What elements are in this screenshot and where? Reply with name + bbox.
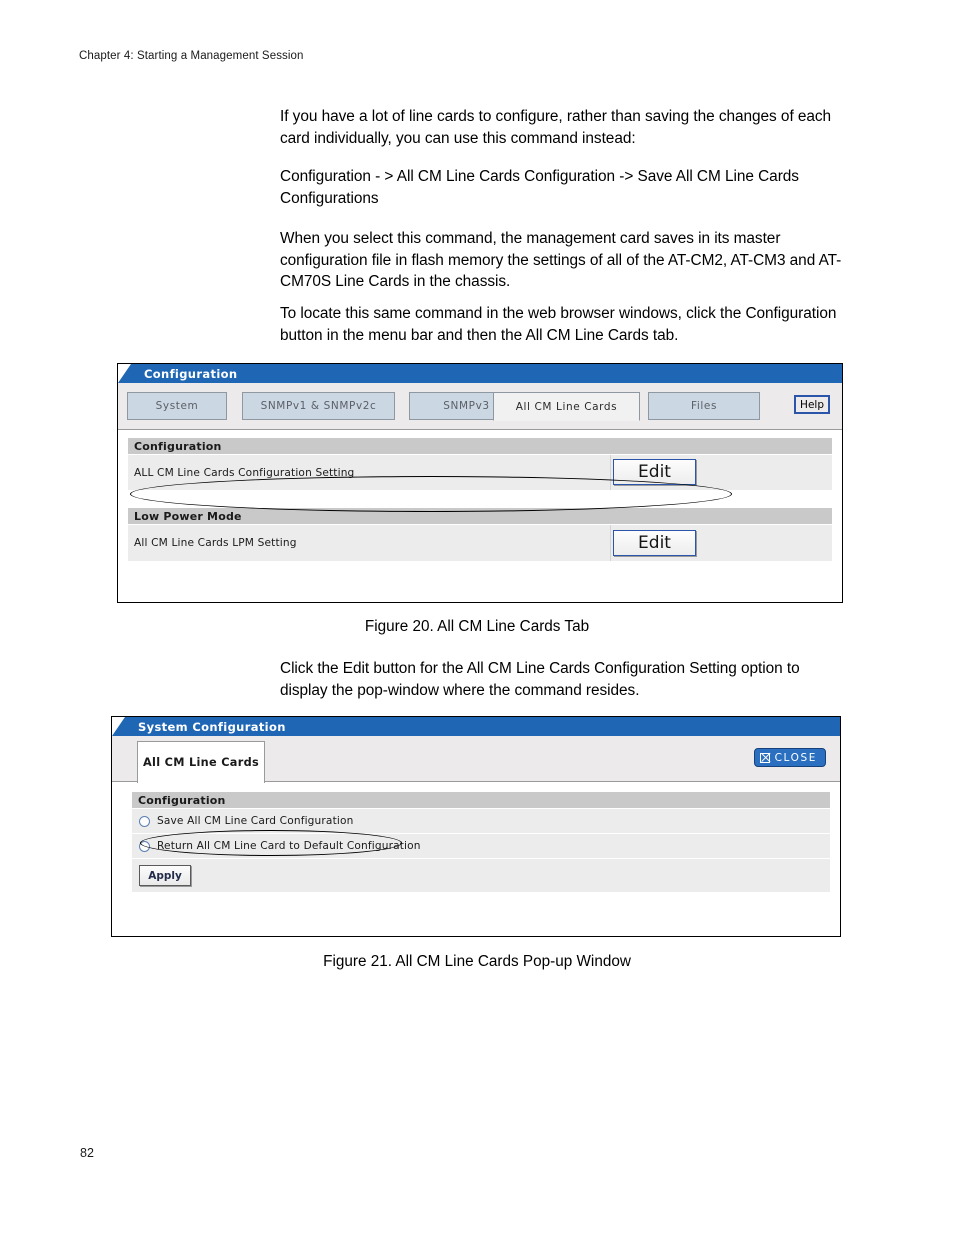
close-button[interactable]: CLOSE bbox=[753, 748, 826, 767]
titlebar-notch-icon bbox=[112, 717, 125, 736]
option-label-save-configuration: Save All CM Line Card Configuration bbox=[157, 815, 354, 827]
figure21-window-title: System Configuration bbox=[138, 719, 286, 734]
body-paragraph-1: If you have a lot of line cards to confi… bbox=[280, 108, 832, 147]
body-paragraph-5-wrap: Click the Edit button for the All CM Lin… bbox=[280, 658, 842, 720]
page-number: 82 bbox=[80, 1146, 94, 1160]
titlebar-notch-icon bbox=[118, 364, 131, 383]
body-paragraph-2: Configuration - > All CM Line Cards Conf… bbox=[280, 168, 799, 207]
tab-snmpv1-snmpv2c-label: SNMPv1 & SNMPv2c bbox=[260, 400, 377, 412]
row-all-cm-line-cards-lpm-setting: All CM Line Cards LPM Setting Edit bbox=[128, 525, 832, 561]
figure20-panel: Configuration ALL CM Line Cards Configur… bbox=[118, 430, 842, 575]
edit-button-lpm-setting[interactable]: Edit bbox=[613, 530, 696, 556]
figure20-window: Configuration System SNMPv1 & SNMPv2c SN… bbox=[117, 363, 843, 603]
radio-icon-save-configuration[interactable] bbox=[139, 815, 150, 827]
tab-all-cm-line-cards-label: All CM Line Cards bbox=[515, 400, 618, 413]
tab-snmpv3-label: SNMPv3 bbox=[443, 400, 490, 412]
tab-system[interactable]: System bbox=[127, 392, 227, 420]
help-button-label: Help bbox=[800, 398, 824, 411]
body-paragraph-2-wrap: Configuration - > All CM Line Cards Conf… bbox=[280, 166, 842, 228]
apply-button[interactable]: Apply bbox=[139, 865, 191, 886]
figure20-tabstrip: System SNMPv1 & SNMPv2c SNMPv3 All CM Li… bbox=[118, 383, 842, 430]
figure21-tabrow: All CM Line Cards CLOSE bbox=[112, 736, 840, 783]
row-divider bbox=[610, 455, 611, 490]
close-button-label: CLOSE bbox=[774, 751, 817, 764]
figure21-caption: Figure 21. All CM Line Cards Pop-up Wind… bbox=[323, 953, 631, 970]
section-heading-low-power-mode: Low Power Mode bbox=[128, 508, 832, 525]
row-divider bbox=[610, 525, 611, 561]
option-row-return-default-configuration[interactable]: Return All CM Line Card to Default Confi… bbox=[132, 834, 830, 859]
row-label-lpm-setting: All CM Line Cards LPM Setting bbox=[134, 537, 297, 549]
body-paragraph-3: When you select this command, the manage… bbox=[280, 230, 842, 290]
figure20-caption: Figure 20. All CM Line Cards Tab bbox=[364, 618, 590, 635]
help-button[interactable]: Help bbox=[794, 395, 830, 414]
option-label-return-default: Return All CM Line Card to Default Confi… bbox=[157, 840, 421, 852]
radio-icon-return-default[interactable] bbox=[139, 840, 150, 852]
popup-tab-all-cm-line-cards-label: All CM Line Cards bbox=[143, 756, 259, 769]
figure21-panel: Configuration Save All CM Line Card Conf… bbox=[112, 782, 840, 906]
figure21-titlebar: System Configuration bbox=[112, 717, 840, 736]
row-all-cm-line-cards-configuration-setting: ALL CM Line Cards Configuration Setting … bbox=[128, 455, 832, 490]
tab-snmpv1-snmpv2c[interactable]: SNMPv1 & SNMPv2c bbox=[242, 392, 395, 420]
figure21-window: System Configuration All CM Line Cards C… bbox=[111, 716, 841, 937]
tab-files[interactable]: Files bbox=[648, 392, 760, 420]
body-paragraph-3-wrap: When you select this command, the manage… bbox=[280, 228, 842, 312]
apply-button-label: Apply bbox=[148, 869, 182, 882]
figure20-titlebar: Configuration bbox=[118, 364, 842, 383]
close-icon bbox=[759, 752, 770, 763]
body-paragraph-4: To locate this same command in the web b… bbox=[280, 305, 837, 344]
body-paragraph-1-wrap: If you have a lot of line cards to confi… bbox=[280, 106, 842, 168]
option-row-save-all-cm-line-card-configuration[interactable]: Save All CM Line Card Configuration bbox=[132, 809, 830, 834]
row-label-configuration-setting: ALL CM Line Cards Configuration Setting bbox=[134, 466, 355, 479]
section-heading-configuration-popup: Configuration bbox=[132, 792, 830, 809]
popup-tab-all-cm-line-cards[interactable]: All CM Line Cards bbox=[137, 741, 265, 783]
edit-button-configuration-setting-label: Edit bbox=[638, 462, 671, 482]
tab-files-label: Files bbox=[690, 400, 718, 412]
edit-button-configuration-setting[interactable]: Edit bbox=[613, 459, 696, 485]
apply-row: Apply bbox=[132, 859, 830, 892]
body-paragraph-5: Click the Edit button for the All CM Lin… bbox=[280, 660, 800, 699]
body-paragraph-4-wrap: To locate this same command in the web b… bbox=[280, 303, 842, 365]
chapter-header: Chapter 4: Starting a Management Session bbox=[79, 50, 304, 62]
tab-all-cm-line-cards[interactable]: All CM Line Cards bbox=[493, 392, 640, 421]
figure20-window-title: Configuration bbox=[144, 366, 238, 381]
section-heading-configuration: Configuration bbox=[128, 438, 832, 455]
edit-button-lpm-setting-label: Edit bbox=[638, 533, 671, 553]
tab-system-label: System bbox=[155, 400, 199, 412]
